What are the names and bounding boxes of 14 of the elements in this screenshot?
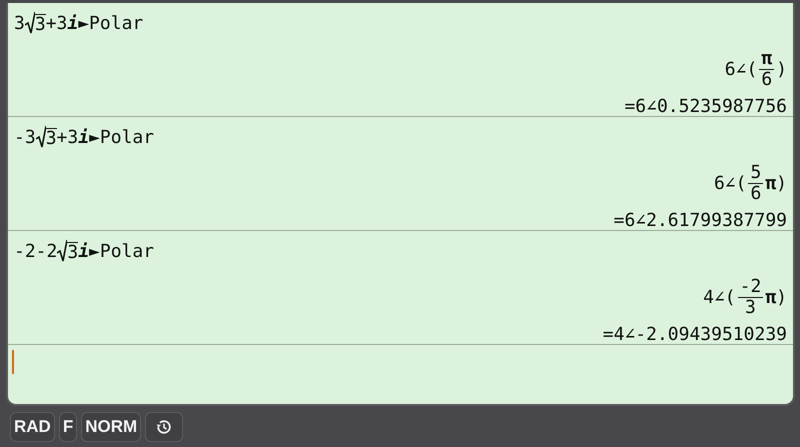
decimal-result: =6∠2.61799387799 xyxy=(614,210,787,231)
decimal-result: =4∠-2.09439510239 xyxy=(602,324,787,345)
radical-icon xyxy=(57,239,68,263)
decimal-result: =6∠0.5235987756 xyxy=(624,96,787,117)
mode-button[interactable]: RAD xyxy=(10,412,55,442)
input-expression: -2-2 3i►Polar xyxy=(14,239,154,265)
text-cursor xyxy=(12,350,14,374)
input-expression: 3 3+3i►Polar xyxy=(14,11,144,37)
mode-button[interactable]: F xyxy=(58,412,78,442)
mode-button[interactable]: NORM xyxy=(81,412,142,442)
radical-icon xyxy=(24,11,35,35)
input-expression: -3 3+3i►Polar xyxy=(14,125,154,151)
radical-icon xyxy=(36,125,46,149)
history-button[interactable] xyxy=(145,412,184,442)
